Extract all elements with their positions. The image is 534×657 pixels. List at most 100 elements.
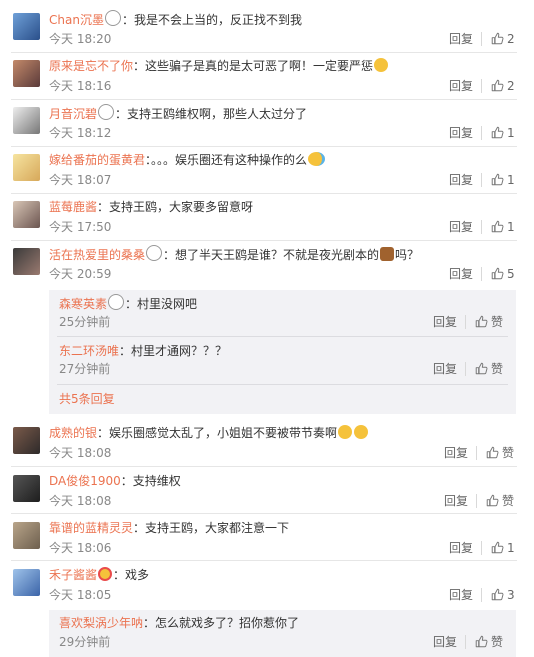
comment-username[interactable]: DA俊俊1900 <box>49 474 121 488</box>
subreply-text: ：村里没网吧 <box>125 297 198 311</box>
reply-button[interactable]: 回复 <box>444 445 468 461</box>
comment-line: 原来是忘不了你：这些骗子是真的是太可恶了啊！一定要严惩 <box>49 57 389 75</box>
like-count: 5 <box>507 267 515 281</box>
like-button[interactable]: 1 <box>491 125 515 141</box>
thumbs-up-icon <box>475 362 488 375</box>
thumbs-up-icon <box>486 446 499 459</box>
comment-text: ：支持王鸥维权啊，那些人太过分了 <box>115 107 308 121</box>
subreply-divider <box>57 384 508 385</box>
like-count: 1 <box>507 173 515 187</box>
subreply-time: 27分钟前 <box>59 362 111 376</box>
like-button[interactable]: 1 <box>491 219 515 235</box>
like-button[interactable]: 赞 <box>475 634 503 650</box>
like-label: 赞 <box>502 446 515 460</box>
comment-text: ：我是不会上当的，反正找不到我 <box>121 13 302 27</box>
avatar[interactable] <box>13 13 40 40</box>
comment-username[interactable]: 成熟的银 <box>49 426 97 440</box>
comment-username[interactable]: 原来是忘不了你 <box>49 59 133 73</box>
like-button[interactable]: 赞 <box>486 445 514 461</box>
avatar[interactable] <box>13 427 40 454</box>
like-button[interactable]: 赞 <box>475 361 503 377</box>
comment-time: 今天 20:59 <box>49 267 112 281</box>
comment-text: ：娱乐圈感觉太乱了，小姐姐不要被带节奏啊 <box>97 426 338 440</box>
like-button[interactable]: 1 <box>491 172 515 188</box>
reply-button[interactable]: 回复 <box>433 361 457 377</box>
comment-username[interactable]: 靠谱的蓝精灵灵 <box>49 521 133 535</box>
reply-button[interactable]: 回复 <box>449 31 473 47</box>
comment-username[interactable]: Chan沉墨 <box>49 13 104 27</box>
reply-button[interactable]: 回复 <box>449 266 473 282</box>
comment-username[interactable]: 活在热爱里的桑桑 <box>49 248 145 262</box>
comment-divider <box>11 146 517 147</box>
comment-line: 月音沉碧 ：支持王鸥维权啊，那些人太过分了 <box>49 104 307 123</box>
divider <box>481 126 482 140</box>
like-label: 赞 <box>491 362 504 376</box>
like-count: 2 <box>507 79 515 93</box>
like-button[interactable]: 赞 <box>475 314 503 330</box>
comment-text: ：戏多 <box>113 568 150 582</box>
divider <box>481 32 482 46</box>
face-icon <box>374 58 389 72</box>
comment-line: 成熟的银：娱乐圈感觉太乱了，小姐姐不要被带节奏啊 <box>49 424 369 442</box>
comment-text-tail: 吗？ <box>395 248 420 262</box>
like-button[interactable]: 2 <box>491 78 515 94</box>
divider <box>465 315 466 329</box>
avatar[interactable] <box>13 154 40 181</box>
sweat-face-icon <box>308 152 326 166</box>
thumbs-up-icon <box>491 588 504 601</box>
subreply-time: 25分钟前 <box>59 315 111 329</box>
like-button[interactable]: 3 <box>491 587 515 603</box>
reply-button[interactable]: 回复 <box>449 172 473 188</box>
reply-button[interactable]: 回复 <box>449 587 473 603</box>
subreply-line: 东二环汤唯：村里才通网？？？ <box>59 342 227 360</box>
like-button[interactable]: 1 <box>491 540 515 556</box>
like-button[interactable]: 2 <box>491 31 515 47</box>
subreply-username[interactable]: 喜欢梨涡少年呐 <box>59 616 143 630</box>
comment-text: ：支持王鸥，大家都注意一下 <box>133 521 290 535</box>
thumbs-up-icon <box>491 126 504 139</box>
comment-text: ：支持王鸥，大家要多留意呀 <box>97 200 254 214</box>
divider <box>481 79 482 93</box>
reply-button[interactable]: 回复 <box>449 219 473 235</box>
reply-button[interactable]: 回复 <box>433 314 457 330</box>
reply-button[interactable]: 回复 <box>444 493 468 509</box>
reply-button[interactable]: 回复 <box>433 634 457 650</box>
like-label: 赞 <box>502 494 515 508</box>
like-button[interactable]: 赞 <box>486 493 514 509</box>
subreply-line: 森寒英素 ：村里没网吧 <box>59 294 197 313</box>
avatar[interactable] <box>13 475 40 502</box>
comment-line: 嫁给番茄的蛋黄君：。。。娱乐圈还有这种操作的么 <box>49 151 326 169</box>
avatar[interactable] <box>13 60 40 87</box>
avatar[interactable] <box>13 569 40 596</box>
laugh-cry-icon <box>354 425 369 439</box>
like-button[interactable]: 5 <box>491 266 515 282</box>
reply-thread: 喜欢梨涡少年呐：怎么就戏多了？招你惹你了 29分钟前 回复 赞 <box>49 610 516 657</box>
comment-username[interactable]: 禾子酱酱 <box>49 568 97 582</box>
more-replies-link[interactable]: 共5条回复 <box>59 391 115 407</box>
subreply-time: 29分钟前 <box>59 635 111 649</box>
subreply-divider <box>57 336 508 337</box>
reply-button[interactable]: 回复 <box>449 125 473 141</box>
laugh-cry-icon <box>338 425 353 439</box>
comment-text: ：这些骗子是真的是太可恶了啊！一定要严惩 <box>133 59 374 73</box>
comment-line: 靠谱的蓝精灵灵：支持王鸥，大家都注意一下 <box>49 519 289 537</box>
reply-button[interactable]: 回复 <box>449 78 473 94</box>
comment-time: 今天 18:06 <box>49 541 112 555</box>
avatar[interactable] <box>13 201 40 228</box>
comment-line: 禾子酱酱 ：戏多 <box>49 566 149 584</box>
comment-text: ：想了半天王鸥是谁？不就是夜光剧本的 <box>163 248 380 262</box>
comment-divider <box>11 240 517 241</box>
comment-line: 活在热爱里的桑桑 ：想了半天王鸥是谁？不就是夜光剧本的 吗？ <box>49 245 419 264</box>
comment-username[interactable]: 蓝莓鹿酱 <box>49 200 97 214</box>
avatar[interactable] <box>13 248 40 275</box>
heart-eyes-icon <box>98 567 113 581</box>
reply-button[interactable]: 回复 <box>449 540 473 556</box>
comment-username[interactable]: 嫁给番茄的蛋黄君 <box>49 153 145 167</box>
subreply-username[interactable]: 森寒英素 <box>59 297 107 311</box>
comment-time: 今天 18:07 <box>49 173 112 187</box>
comment-username[interactable]: 月音沉碧 <box>49 107 97 121</box>
subreply-username[interactable]: 东二环汤唯 <box>59 344 119 358</box>
like-count: 1 <box>507 220 515 234</box>
avatar[interactable] <box>13 107 40 134</box>
avatar[interactable] <box>13 522 40 549</box>
